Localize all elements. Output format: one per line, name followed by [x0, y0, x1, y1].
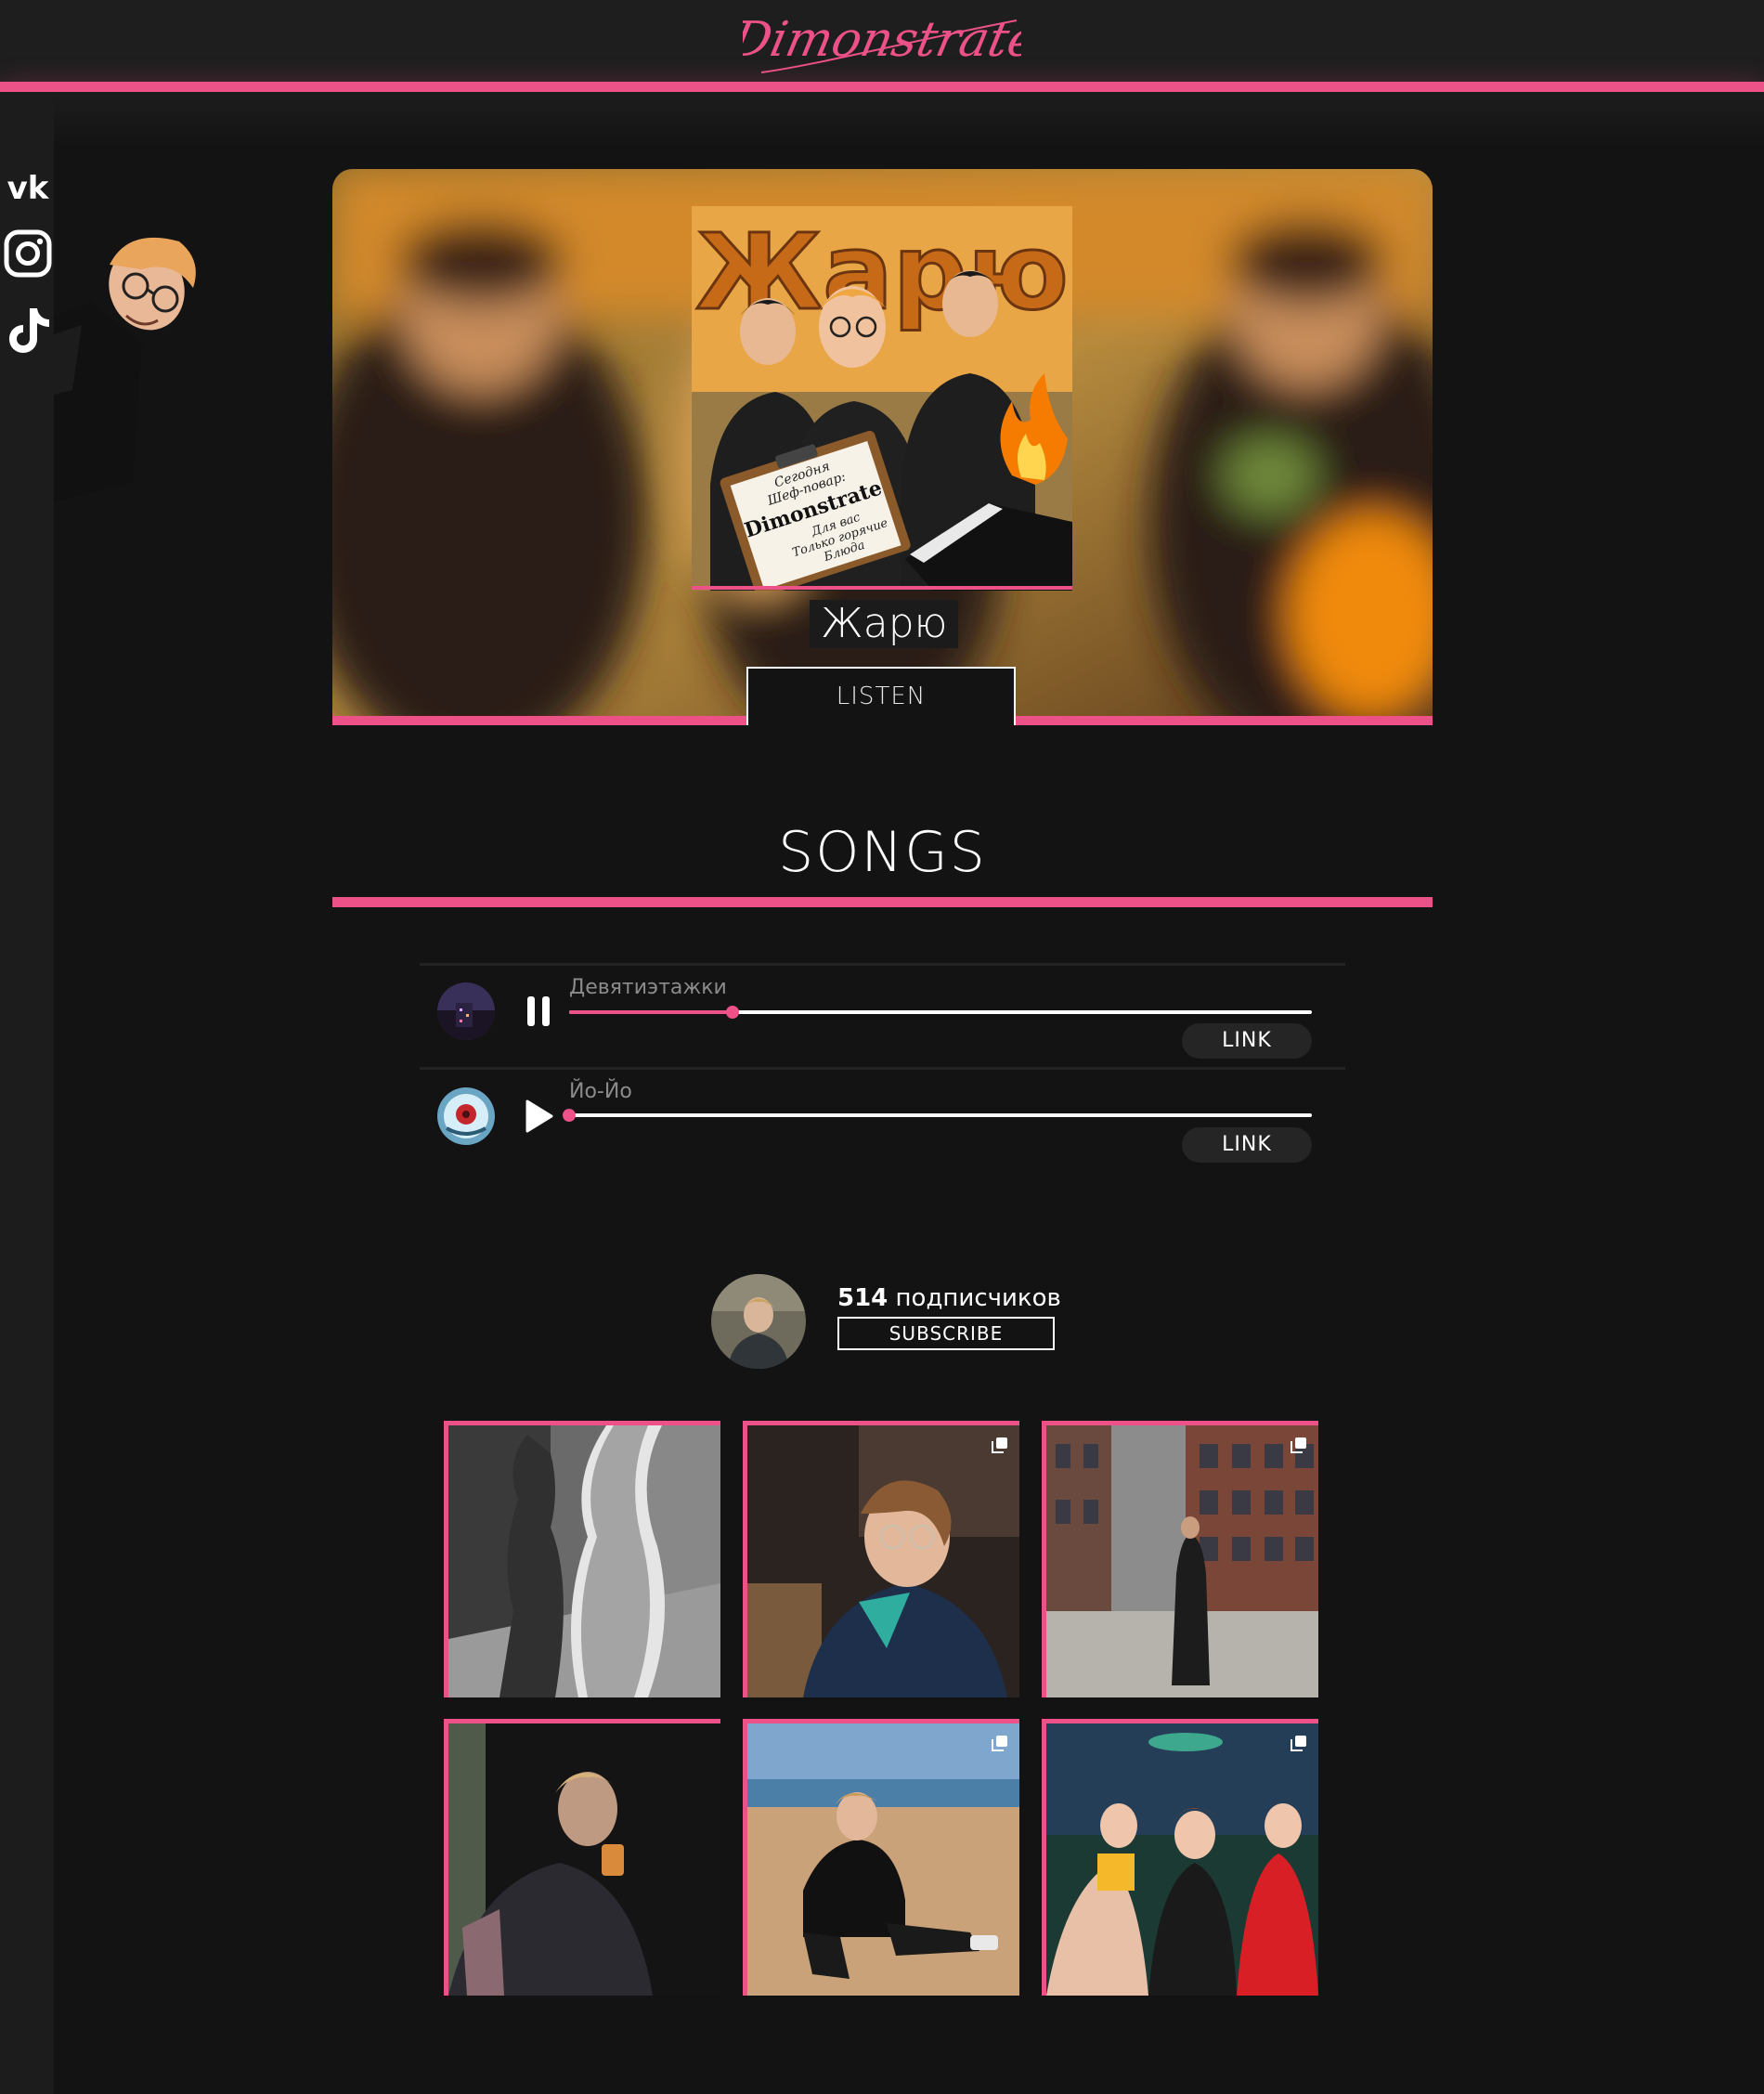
album-cover-underline	[692, 586, 1072, 590]
album-title: Жарю	[810, 600, 959, 648]
instagram-icon	[4, 229, 52, 278]
play-button[interactable]	[520, 1098, 557, 1135]
mascot-illustration	[54, 237, 196, 501]
song-progress-knob[interactable]	[563, 1109, 576, 1122]
songs-section-title: SONGS	[778, 820, 987, 885]
header-divider	[0, 82, 1764, 92]
site-logo[interactable]: Dimonstrate	[743, 0, 1021, 84]
song-separator	[420, 963, 1345, 966]
instagram-post[interactable]	[743, 1719, 1019, 1996]
tiktok-icon	[9, 308, 49, 353]
pause-button[interactable]	[520, 993, 557, 1030]
instagram-post[interactable]	[1042, 1421, 1318, 1697]
song-progress-fill	[569, 1010, 733, 1014]
site-header: Dimonstrate	[0, 0, 1764, 84]
song-progress-bar[interactable]	[569, 1006, 1312, 1019]
vk-icon: vk	[7, 170, 50, 207]
multi-photo-icon	[992, 1437, 1007, 1453]
multi-photo-icon	[1291, 1437, 1306, 1453]
songs-divider	[332, 897, 1433, 907]
play-icon	[525, 1099, 553, 1133]
header-shadow	[0, 92, 1764, 148]
svg-text:vk: vk	[7, 170, 50, 207]
song-progress-knob[interactable]	[726, 1006, 739, 1019]
instagram-post[interactable]	[444, 1719, 720, 1996]
site-logo-text: Dimonstrate	[743, 12, 1021, 68]
song-separator	[420, 1067, 1345, 1070]
followers-label: подписчиков	[888, 1284, 1061, 1312]
multi-photo-icon	[992, 1736, 1007, 1751]
social-sidebar	[0, 92, 54, 2094]
song-cover	[437, 982, 495, 1040]
instagram-post[interactable]	[1042, 1719, 1318, 1996]
instagram-post[interactable]	[444, 1421, 720, 1697]
song-link-button[interactable]: LINK	[1182, 1023, 1312, 1059]
instagram-link[interactable]	[2, 228, 54, 280]
hero-divider-right	[1015, 716, 1433, 725]
subscribe-button[interactable]: SUBSCRIBE	[837, 1317, 1055, 1350]
pause-icon	[527, 996, 550, 1026]
song-title: Йо-Йо	[569, 1080, 632, 1103]
song-link-button[interactable]: LINK	[1182, 1127, 1312, 1163]
hero-divider-left	[332, 716, 746, 725]
vk-link[interactable]: vk	[2, 162, 54, 214]
followers-number: 514	[837, 1284, 888, 1312]
followers-count: 514 подписчиков	[837, 1281, 1061, 1315]
listen-button[interactable]: LISTEN	[746, 667, 1016, 725]
song-progress-bar[interactable]	[563, 1109, 1312, 1122]
multi-photo-icon	[1291, 1736, 1306, 1751]
instagram-post[interactable]	[743, 1421, 1019, 1697]
tiktok-link[interactable]	[2, 305, 54, 357]
instagram-avatar[interactable]	[711, 1274, 806, 1369]
song-cover	[437, 1087, 495, 1145]
song-title: Девятиэтажки	[569, 976, 727, 999]
album-cover[interactable]: Жарю Сегодня Шеф-повар: Dimonstrate Для …	[692, 206, 1072, 591]
